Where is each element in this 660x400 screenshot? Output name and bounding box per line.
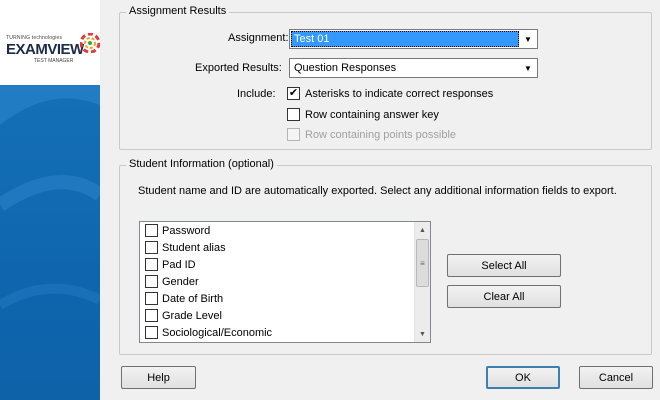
checkbox-icon[interactable]: [145, 292, 158, 305]
checkbox-icon[interactable]: [145, 241, 158, 254]
sidebar-blue-panel: [0, 85, 100, 400]
list-item[interactable]: Sociological/Economic: [140, 324, 414, 341]
list-item-label: Gender: [162, 275, 199, 288]
scroll-down-icon[interactable]: ▼: [415, 326, 430, 342]
select-all-button[interactable]: Select All: [447, 254, 561, 277]
asterisks-checkbox[interactable]: ✔ Asterisks to indicate correct response…: [287, 87, 493, 100]
sidebar-wave-decoration: [0, 85, 100, 310]
student-fields-list: Password Student alias Pad ID Gender Dat…: [140, 222, 414, 342]
assignment-results-title: Assignment Results: [126, 5, 230, 17]
branding-sidebar: TURNING technologies EXAMVIEW TEST MANAG…: [0, 0, 100, 400]
list-item[interactable]: Date of Birth: [140, 290, 414, 307]
answer-key-checkbox[interactable]: Row containing answer key: [287, 108, 439, 121]
scrollbar-thumb[interactable]: ≡: [416, 239, 429, 287]
list-item[interactable]: Password: [140, 222, 414, 239]
chevron-down-icon[interactable]: ▼: [520, 31, 536, 47]
list-item[interactable]: Student alias: [140, 239, 414, 256]
help-button[interactable]: Help: [121, 366, 196, 389]
list-item[interactable]: Grade Level: [140, 307, 414, 324]
chevron-down-icon[interactable]: ▼: [520, 60, 536, 76]
checkbox-icon[interactable]: [145, 309, 158, 322]
cancel-button[interactable]: Cancel: [579, 366, 653, 389]
checkbox-icon[interactable]: [287, 108, 300, 121]
clear-all-button[interactable]: Clear All: [447, 285, 561, 308]
ok-button[interactable]: OK: [486, 366, 560, 389]
assignment-label: Assignment:: [228, 32, 289, 44]
examview-logo: TURNING technologies EXAMVIEW TEST MANAG…: [4, 30, 100, 70]
exported-results-label: Exported Results:: [195, 62, 282, 74]
list-item[interactable]: Pad ID: [140, 256, 414, 273]
scroll-up-icon[interactable]: ▲: [415, 222, 430, 238]
checkbox-icon[interactable]: [145, 275, 158, 288]
list-item-label: Password: [162, 224, 211, 237]
vertical-scrollbar[interactable]: ▲ ≡ ▼: [414, 222, 430, 342]
asterisks-checkbox-label: Asterisks to indicate correct responses: [305, 87, 494, 100]
student-information-title: Student Information (optional): [126, 158, 277, 170]
student-info-description: Student name and ID are automatically ex…: [138, 185, 617, 197]
checkbox-icon[interactable]: [145, 224, 158, 237]
logo-product-text: EXAMVIEW: [6, 41, 84, 58]
exported-results-select[interactable]: Question Responses ▼: [289, 58, 538, 78]
logo-color-wheel-icon: [80, 33, 100, 53]
answer-key-checkbox-label: Row containing answer key: [305, 108, 439, 121]
include-label: Include:: [237, 88, 276, 100]
list-item-label: Date of Birth: [162, 292, 224, 305]
list-item-label: Student alias: [162, 241, 226, 254]
assignment-select-value: Test 01: [291, 31, 519, 47]
assignment-select[interactable]: Test 01 ▼: [289, 29, 538, 49]
checkbox-icon: [287, 128, 300, 141]
logo-sub-text: TEST MANAGER: [34, 58, 74, 64]
checkbox-icon[interactable]: [145, 326, 158, 339]
points-possible-checkbox-label: Row containing points possible: [305, 128, 457, 141]
list-item-label: Pad ID: [162, 258, 196, 271]
checkbox-checked-icon[interactable]: ✔: [287, 87, 300, 100]
points-possible-checkbox: Row containing points possible: [287, 128, 456, 141]
student-fields-listbox[interactable]: Password Student alias Pad ID Gender Dat…: [139, 221, 431, 343]
list-item[interactable]: Gender: [140, 273, 414, 290]
checkbox-icon[interactable]: [145, 258, 158, 271]
exported-results-select-value: Question Responses: [294, 62, 397, 74]
list-item-label: Grade Level: [162, 309, 222, 322]
list-item-label: Sociological/Economic: [162, 326, 273, 339]
